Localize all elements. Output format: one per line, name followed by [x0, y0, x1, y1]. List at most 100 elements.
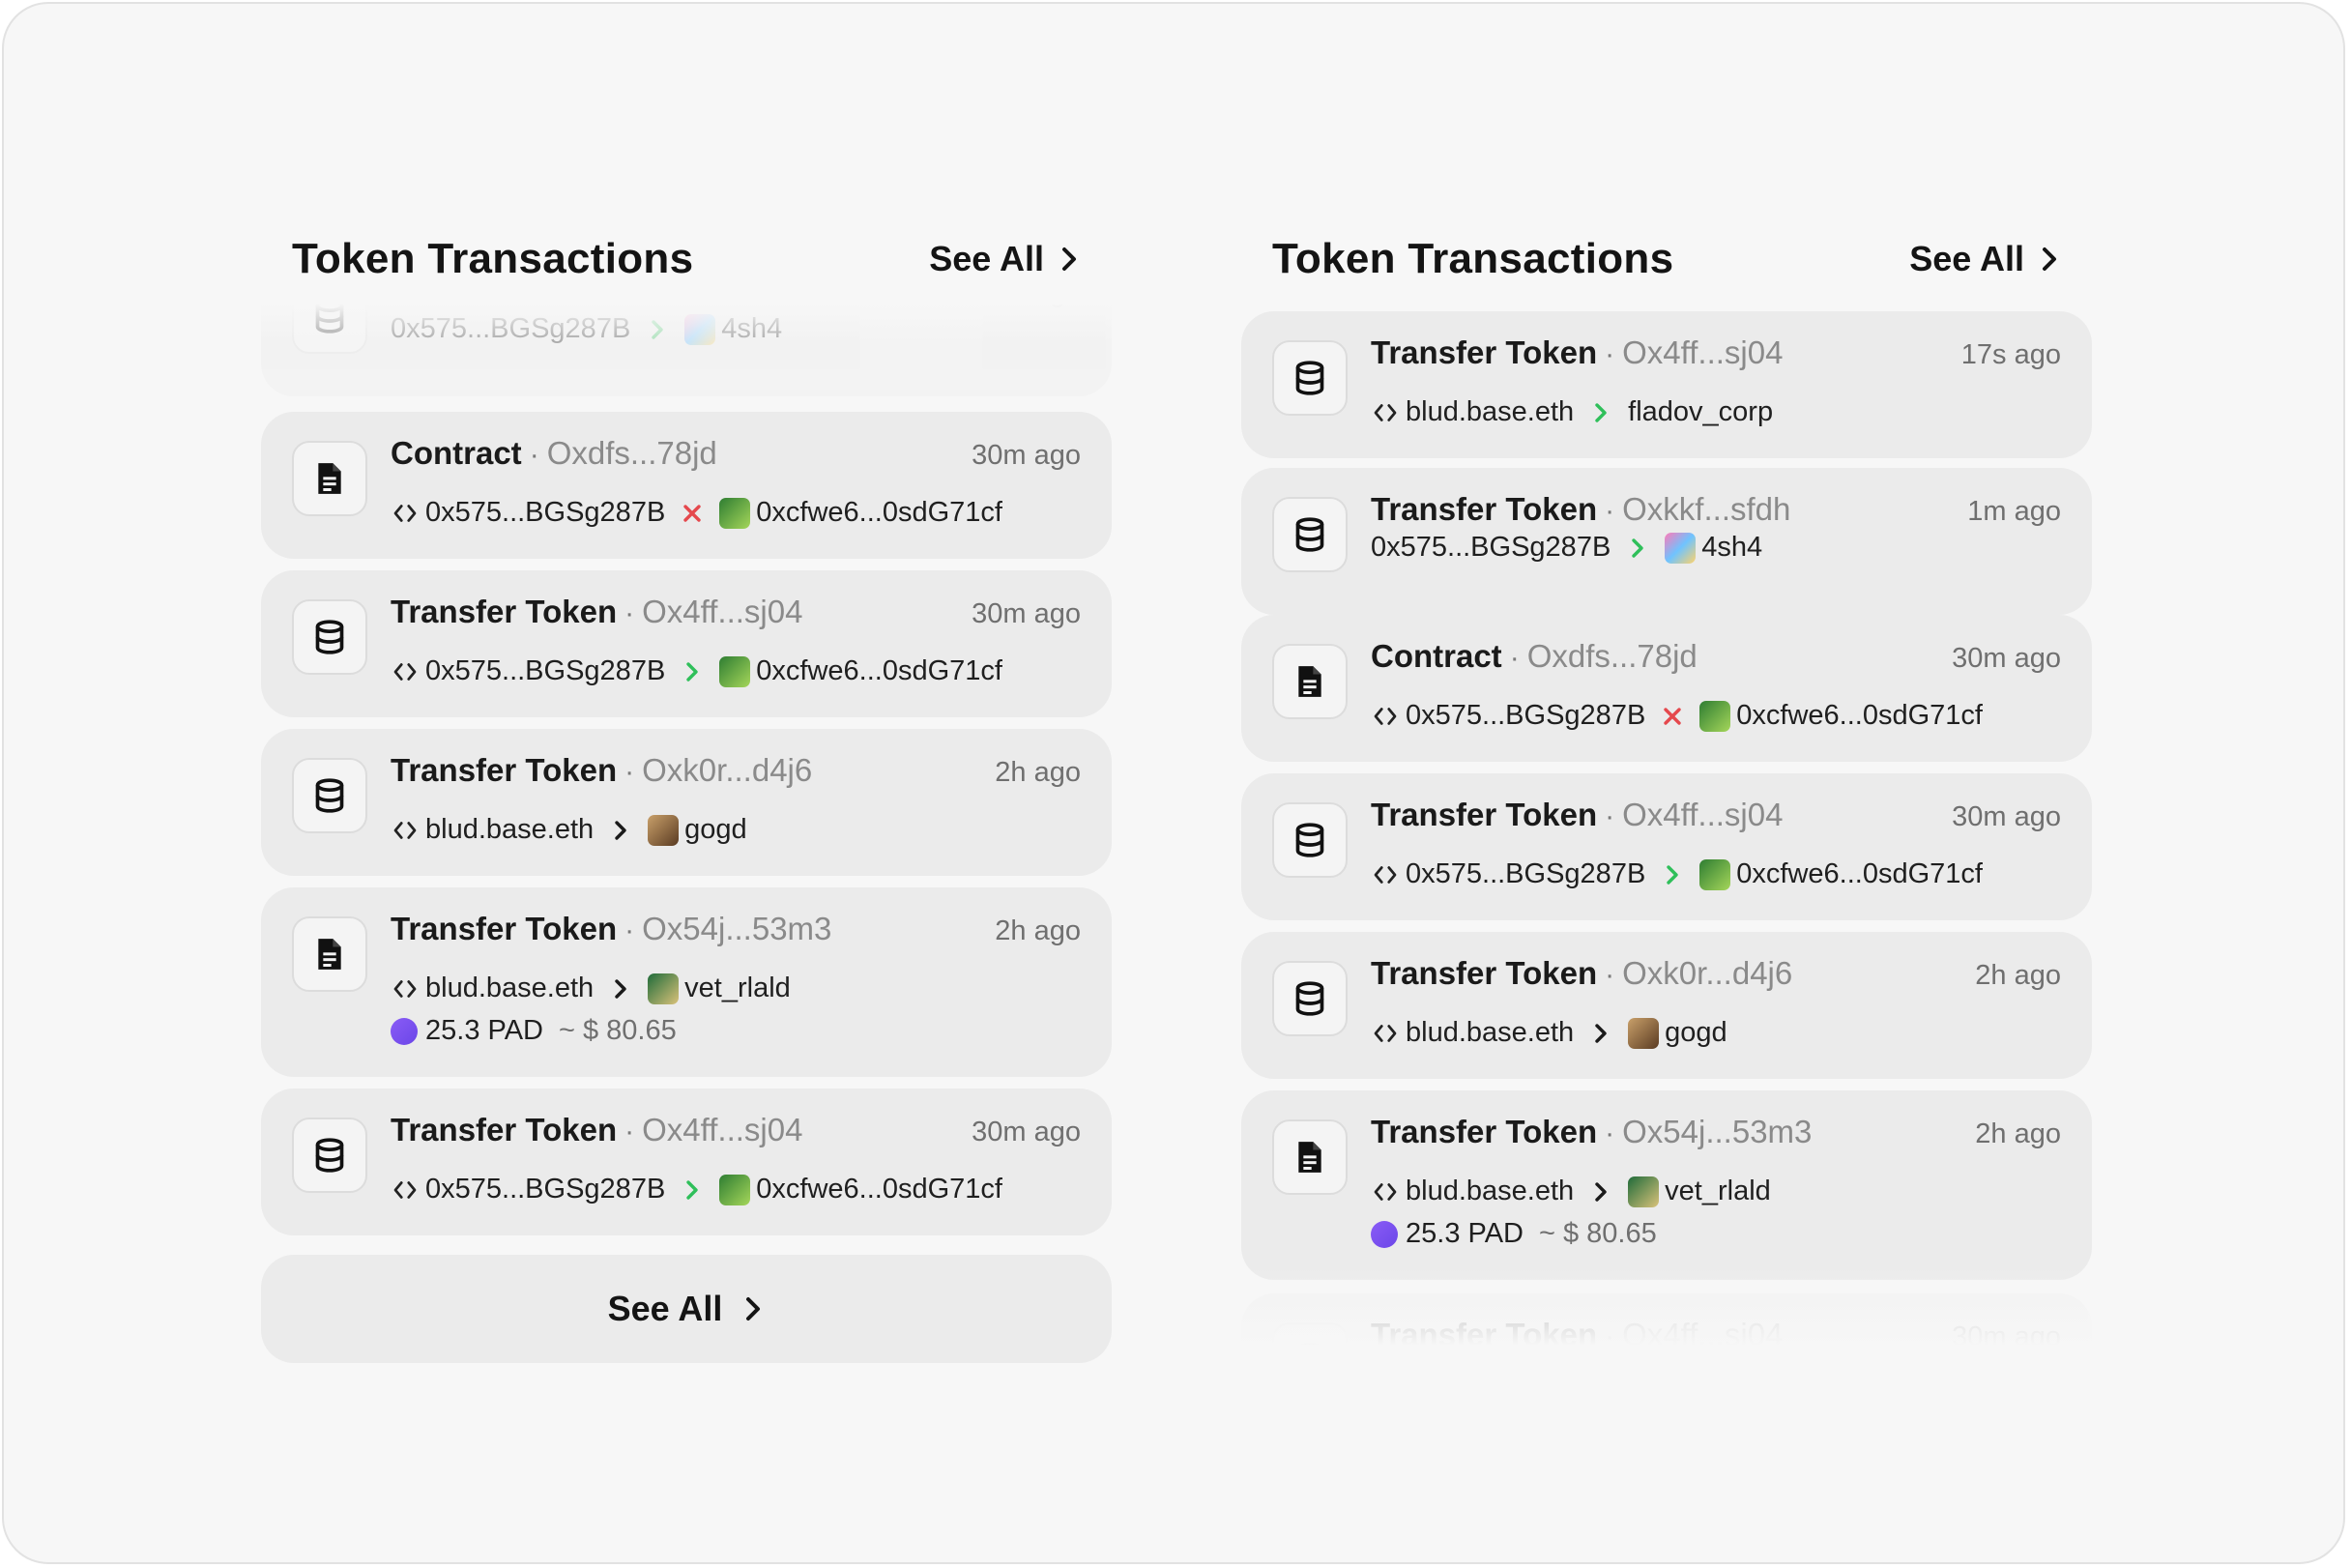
to-address[interactable]: 4sh4: [721, 313, 782, 345]
recipient-avatar: [1665, 532, 1697, 564]
to-address[interactable]: 0xcfwe6...0sdG71cf: [756, 497, 1002, 529]
from-address[interactable]: blud.base.eth: [425, 814, 594, 846]
transaction-header: Transfer Token · Oxk0r...d4j6 2h ago: [391, 752, 1081, 789]
transaction-route: blud.base.eth vet_rlald: [391, 973, 1081, 1004]
transaction-route: 0x575...BGSg287B 0xcfwe6...0sdG71cf: [391, 655, 1081, 687]
transaction-card[interactable]: Contract · Oxdfs...78jd 30m ago 0x575...BGSg…: [261, 412, 1112, 559]
chevron-right-icon: [1058, 245, 1081, 274]
from-address[interactable]: 0x575...BGSg287B: [425, 1174, 665, 1205]
transaction-card[interactable]: Transfer Token · Ox54j...53m3 2h ago blud.ba…: [261, 887, 1112, 1077]
transaction-header: Transfer Token·Oxkkf...sfdh 1m ago: [1371, 491, 2061, 528]
database-icon: [292, 304, 367, 354]
separator-dot: ·: [624, 756, 635, 788]
usd-value: ~ $ 80.65: [1538, 1218, 1657, 1249]
transaction-card[interactable]: Transfer Token·Oxkkf...sfdh1m ago 0x575..…: [1241, 468, 2092, 615]
transaction-time: 1m ago: [987, 304, 1081, 309]
transaction-hash[interactable]: Oxdfs...78jd: [1527, 638, 1698, 675]
code-icon: [391, 499, 420, 528]
from-address[interactable]: blud.base.eth: [1406, 396, 1574, 428]
transaction-time: 30m ago: [1952, 643, 2061, 674]
arrow-right-icon: [1589, 400, 1612, 425]
panel-header: Token Transactions See All: [1241, 222, 2092, 296]
from-address[interactable]: 0x575...BGSg287B: [1371, 532, 1611, 564]
transaction-type: Transfer Token: [391, 304, 617, 309]
transaction-list: Transfer Token · Ox4ff...sj04 17s ago blud.b…: [1241, 311, 2092, 1346]
recipient-avatar: [1699, 858, 1731, 890]
transaction-type: Transfer Token: [1371, 797, 1598, 832]
separator-dot: ·: [1605, 495, 1615, 527]
transaction-type: Contract: [1371, 638, 1502, 674]
transaction-hash[interactable]: Oxkkf...sfdh: [642, 304, 810, 309]
to-address[interactable]: 0xcfwe6...0sdG71cf: [756, 655, 1002, 687]
database-icon: [292, 758, 367, 833]
transaction-hash[interactable]: Ox4ff...sj04: [1622, 1317, 1783, 1346]
to-address[interactable]: 0xcfwe6...0sdG71cf: [1736, 858, 1983, 890]
from-address[interactable]: blud.base.eth: [1406, 1176, 1574, 1207]
to-address[interactable]: fladov_corp: [1628, 396, 1773, 428]
database-icon: [1272, 1322, 1348, 1346]
see-all-link[interactable]: See All: [929, 239, 1081, 279]
transaction-card[interactable]: Transfer Token · Ox4ff...sj04 30m ago 0x575.…: [261, 570, 1112, 717]
transaction-card[interactable]: Transfer Token · Ox4ff...sj04 30m ago: [1241, 1293, 2092, 1346]
transaction-hash[interactable]: Oxkkf...sfdh: [1622, 491, 1790, 528]
from-address[interactable]: 0x575...BGSg287B: [425, 497, 665, 529]
from-address[interactable]: 0x575...BGSg287B: [391, 313, 630, 345]
transaction-hash[interactable]: Oxk0r...d4j6: [642, 752, 812, 789]
document-icon: [1272, 1119, 1348, 1195]
transaction-time: 2h ago: [995, 757, 1081, 788]
transaction-hash[interactable]: Ox4ff...sj04: [642, 1112, 802, 1148]
separator-dot: ·: [624, 1116, 635, 1147]
to-address[interactable]: 4sh4: [1701, 532, 1762, 564]
recipient-avatar: [684, 313, 716, 345]
transaction-header: Contract · Oxdfs...78jd 30m ago: [1371, 638, 2061, 675]
transaction-time: 30m ago: [972, 440, 1081, 471]
to-address[interactable]: gogd: [1665, 1017, 1727, 1049]
transaction-route: 0x575...BGSg287B 4sh4: [391, 313, 1081, 345]
transaction-card[interactable]: Transfer Token · Ox4ff...sj04 17s ago blud.b…: [1241, 311, 2092, 458]
transaction-card[interactable]: Contract · Oxdfs...78jd 30m ago 0x575...BGSg…: [1241, 615, 2092, 762]
from-address[interactable]: 0x575...BGSg287B: [1406, 700, 1645, 732]
transaction-hash[interactable]: Ox4ff...sj04: [1622, 334, 1783, 371]
from-address[interactable]: 0x575...BGSg287B: [425, 655, 665, 687]
to-address[interactable]: vet_rlald: [1665, 1176, 1771, 1207]
transaction-hash[interactable]: Ox54j...53m3: [1622, 1114, 1812, 1150]
transaction-type: Transfer Token: [391, 752, 618, 788]
transaction-type: Transfer Token: [1371, 955, 1598, 991]
database-icon: [292, 599, 367, 675]
transaction-header: Transfer Token · Ox4ff...sj04 17s ago: [1371, 334, 2061, 371]
transaction-card[interactable]: Transfer Token · Oxkkf...sfdh 1m ago 0x575..…: [261, 304, 1112, 396]
separator-dot: ·: [1509, 642, 1520, 674]
transaction-list: Transfer Token·Oxkkf...sfdh1m ago0x575..…: [261, 304, 1112, 1367]
from-address[interactable]: blud.base.eth: [425, 973, 594, 1004]
see-all-link[interactable]: See All: [1909, 239, 2061, 279]
transaction-card[interactable]: Transfer Token · Ox4ff...sj04 30m ago 0x575.…: [1241, 773, 2092, 920]
transaction-route: 0x575...BGSg287B 0xcfwe6...0sdG71cf: [391, 497, 1081, 529]
transaction-card[interactable]: Transfer Token · Oxk0r...d4j6 2h ago blud.ba…: [1241, 932, 2092, 1079]
transaction-header: Transfer Token · Ox4ff...sj04 30m ago: [1371, 797, 2061, 833]
to-address[interactable]: 0xcfwe6...0sdG71cf: [756, 1174, 1002, 1205]
transaction-hash[interactable]: Oxk0r...d4j6: [1622, 955, 1792, 992]
separator-dot: ·: [624, 304, 634, 309]
code-icon: [391, 657, 420, 686]
from-address[interactable]: 0x575...BGSg287B: [1406, 858, 1645, 890]
separator-dot: ·: [529, 439, 539, 471]
transaction-time: 30m ago: [972, 1117, 1081, 1147]
from-address[interactable]: blud.base.eth: [1406, 1017, 1574, 1049]
to-address[interactable]: 0xcfwe6...0sdG71cf: [1736, 700, 1983, 732]
transaction-card[interactable]: Transfer Token · Oxk0r...d4j6 2h ago blud.ba…: [261, 729, 1112, 876]
transaction-card[interactable]: Transfer Token · Ox4ff...sj04 30m ago 0x575.…: [261, 1089, 1112, 1235]
transaction-hash[interactable]: Ox4ff...sj04: [1622, 797, 1783, 833]
transaction-hash[interactable]: Ox54j...53m3: [642, 911, 831, 947]
transaction-hash[interactable]: Oxdfs...78jd: [547, 435, 717, 472]
see-all-button[interactable]: See All: [261, 1255, 1112, 1363]
code-icon: [1371, 1177, 1400, 1206]
panel-title: Token Transactions: [1272, 235, 1674, 282]
to-address[interactable]: vet_rlald: [684, 973, 791, 1004]
failed-x-icon: [681, 501, 704, 526]
to-address[interactable]: gogd: [684, 814, 747, 846]
code-icon: [1371, 702, 1400, 731]
transaction-card[interactable]: Transfer Token · Ox54j...53m3 2h ago blud.ba…: [1241, 1090, 2092, 1280]
chevron-right-icon: [609, 818, 632, 843]
see-all-button-label: See All: [607, 1289, 723, 1328]
transaction-hash[interactable]: Ox4ff...sj04: [642, 594, 802, 630]
